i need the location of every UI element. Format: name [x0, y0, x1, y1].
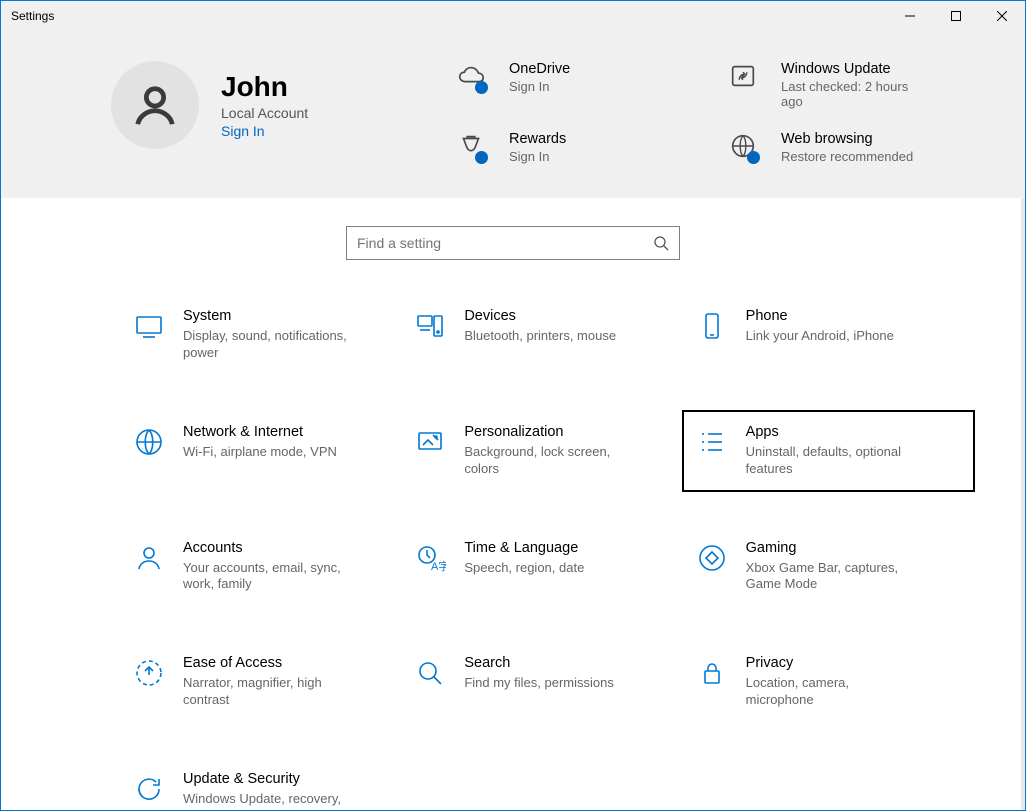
category-title: Time & Language — [464, 540, 584, 556]
rewards-icon — [451, 131, 491, 161]
devices-icon — [412, 308, 448, 344]
signin-link[interactable]: Sign In — [221, 123, 308, 139]
maximize-button[interactable] — [933, 1, 979, 31]
category-network[interactable]: Network & Internet Wi-Fi, airplane mode, … — [131, 416, 402, 486]
network-icon — [131, 424, 167, 460]
category-sub: Wi-Fi, airplane mode, VPN — [183, 444, 337, 461]
system-icon — [131, 308, 167, 344]
category-sub: Find my files, permissions — [464, 675, 614, 692]
category-sub: Location, camera, microphone — [746, 675, 916, 709]
updatesec-icon — [131, 771, 167, 807]
user-account-type: Local Account — [221, 105, 308, 121]
privacy-icon — [694, 655, 730, 691]
person-icon — [132, 82, 178, 128]
search-icon — [653, 235, 669, 251]
avatar — [111, 61, 199, 149]
category-gaming[interactable]: Gaming Xbox Game Bar, captures, Game Mode — [694, 532, 965, 602]
search-icon — [412, 655, 448, 691]
header: John Local Account Sign In OneDrive Sign… — [1, 31, 1025, 198]
header-tiles: OneDrive Sign In Windows Update Last che… — [451, 61, 985, 164]
category-sub: Background, lock screen, colors — [464, 444, 634, 478]
category-time[interactable]: A字 Time & Language Speech, region, date — [412, 532, 683, 602]
update-icon — [723, 61, 763, 91]
tile-windows-update[interactable]: Windows Update Last checked: 2 hours ago — [723, 61, 985, 109]
tile-rewards[interactable]: Rewards Sign In — [451, 131, 713, 164]
tile-sub: Sign In — [509, 79, 570, 94]
category-ease[interactable]: Ease of Access Narrator, magnifier, high … — [131, 647, 402, 717]
category-title: Devices — [464, 308, 616, 324]
category-sub: Bluetooth, printers, mouse — [464, 328, 616, 345]
search-input[interactable] — [357, 235, 653, 251]
category-title: Network & Internet — [183, 424, 337, 440]
category-personal[interactable]: Personalization Background, lock screen, … — [412, 416, 683, 486]
titlebar: Settings — [1, 1, 1025, 31]
close-button[interactable] — [979, 1, 1025, 31]
category-title: Personalization — [464, 424, 634, 440]
category-phone[interactable]: Phone Link your Android, iPhone — [694, 300, 965, 370]
svg-text:A字: A字 — [431, 559, 446, 573]
category-title: Update & Security — [183, 771, 353, 787]
minimize-button[interactable] — [887, 1, 933, 31]
tile-title: Web browsing — [781, 131, 913, 147]
category-privacy[interactable]: Privacy Location, camera, microphone — [694, 647, 965, 717]
category-sub: Uninstall, defaults, optional features — [746, 444, 916, 478]
category-sub: Your accounts, email, sync, work, family — [183, 560, 353, 594]
category-updatesec[interactable]: Update & Security Windows Update, recover… — [131, 763, 402, 810]
tile-sub: Sign In — [509, 149, 566, 164]
category-sub: Xbox Game Bar, captures, Game Mode — [746, 560, 916, 594]
tile-sub: Last checked: 2 hours ago — [781, 79, 931, 109]
category-apps[interactable]: Apps Uninstall, defaults, optional featur… — [682, 410, 975, 492]
category-title: System — [183, 308, 353, 324]
tile-web-browsing[interactable]: Web browsing Restore recommended — [723, 131, 985, 164]
category-sub: Speech, region, date — [464, 560, 584, 577]
tile-sub: Restore recommended — [781, 149, 913, 164]
category-search[interactable]: Search Find my files, permissions — [412, 647, 683, 717]
apps-icon — [694, 424, 730, 460]
tile-title: Windows Update — [781, 61, 931, 77]
category-title: Gaming — [746, 540, 916, 556]
category-sub: Windows Update, recovery, backup — [183, 791, 353, 810]
body: System Display, sound, notifications, pow… — [1, 198, 1025, 810]
category-accounts[interactable]: Accounts Your accounts, email, sync, work… — [131, 532, 402, 602]
ease-icon — [131, 655, 167, 691]
time-icon: A字 — [412, 540, 448, 576]
tile-title: OneDrive — [509, 61, 570, 77]
user-block[interactable]: John Local Account Sign In — [111, 61, 451, 149]
category-title: Search — [464, 655, 614, 671]
categories-grid: System Display, sound, notifications, pow… — [1, 300, 1025, 810]
category-sub: Link your Android, iPhone — [746, 328, 894, 345]
scrollbar[interactable] — [1021, 198, 1025, 810]
phone-icon — [694, 308, 730, 344]
user-name: John — [221, 71, 308, 103]
window-title: Settings — [11, 9, 54, 23]
search-box[interactable] — [346, 226, 680, 260]
tile-title: Rewards — [509, 131, 566, 147]
onedrive-icon — [451, 61, 491, 91]
category-devices[interactable]: Devices Bluetooth, printers, mouse — [412, 300, 683, 370]
category-system[interactable]: System Display, sound, notifications, pow… — [131, 300, 402, 370]
gaming-icon — [694, 540, 730, 576]
personal-icon — [412, 424, 448, 460]
category-title: Ease of Access — [183, 655, 353, 671]
category-title: Phone — [746, 308, 894, 324]
category-title: Apps — [746, 424, 916, 440]
category-title: Privacy — [746, 655, 916, 671]
globe-icon — [723, 131, 763, 161]
category-title: Accounts — [183, 540, 353, 556]
accounts-icon — [131, 540, 167, 576]
category-sub: Narrator, magnifier, high contrast — [183, 675, 353, 709]
settings-window: Settings John Local Account Sign In — [0, 0, 1026, 811]
category-sub: Display, sound, notifications, power — [183, 328, 353, 362]
tile-onedrive[interactable]: OneDrive Sign In — [451, 61, 713, 109]
